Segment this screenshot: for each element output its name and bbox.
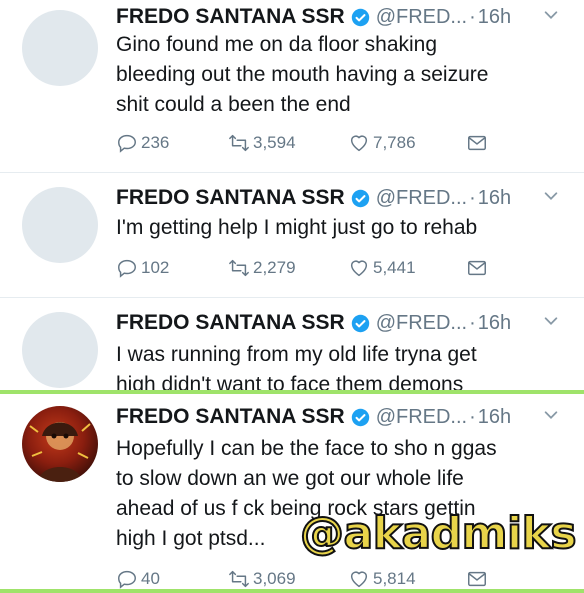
- tweet-3[interactable]: FREDO SANTANA SSR @FRED... · 16h I was r…: [0, 298, 584, 390]
- tweet-actions: 236 3,594 7,786: [116, 132, 496, 158]
- message-icon: [468, 135, 486, 151]
- chevron-down-icon[interactable]: [542, 187, 560, 205]
- tweet-text: Gino found me on da floor shaking bleedi…: [116, 30, 570, 120]
- separator-dot: ·: [469, 5, 476, 28]
- reply-icon: [118, 259, 136, 278]
- timestamp[interactable]: 16h: [478, 406, 511, 429]
- avatar[interactable]: [22, 187, 98, 263]
- retweet-icon: [229, 134, 249, 152]
- reply-count: 40: [141, 569, 160, 588]
- retweet-count: 2,279: [253, 258, 296, 277]
- message-button[interactable]: [466, 568, 491, 589]
- watermark-text: @akadmiks: [299, 507, 578, 560]
- separator-dot: ·: [469, 186, 476, 209]
- display-name[interactable]: FREDO SANTANA SSR: [116, 311, 345, 335]
- retweet-count: 3,594: [253, 133, 296, 152]
- verified-badge-icon: [351, 408, 369, 426]
- reply-button[interactable]: 102: [116, 257, 169, 279]
- message-icon: [468, 571, 486, 587]
- avatar[interactable]: [22, 312, 98, 388]
- chevron-down-icon[interactable]: [542, 312, 560, 330]
- tweet-4[interactable]: FREDO SANTANA SSR @FRED... · 16h Hopeful…: [0, 394, 584, 589]
- tweet-2[interactable]: FREDO SANTANA SSR @FRED... · 16h I'm get…: [0, 173, 584, 297]
- timestamp[interactable]: 16h: [478, 312, 511, 335]
- verified-badge-icon: [351, 189, 369, 207]
- tweet-actions: 102 2,279 5,441: [116, 257, 496, 283]
- tweet-text-line: Hopefully I can be the face to sho n gga…: [116, 437, 497, 460]
- timestamp[interactable]: 16h: [478, 6, 511, 29]
- like-button[interactable]: 5,814: [348, 568, 416, 589]
- reply-count: 236: [141, 133, 170, 152]
- reply-button[interactable]: 40: [116, 568, 160, 589]
- like-count: 7,786: [373, 133, 416, 152]
- display-name[interactable]: FREDO SANTANA SSR: [116, 5, 345, 29]
- reply-icon: [118, 134, 136, 153]
- tweet-text-line: shit could a been the end: [116, 93, 351, 116]
- tweet-text-line: I'm getting help I might just go to reha…: [116, 216, 478, 239]
- timestamp[interactable]: 16h: [478, 187, 511, 210]
- tweet-header: FREDO SANTANA SSR @FRED... · 16h: [116, 404, 570, 430]
- like-icon: [350, 571, 368, 588]
- like-icon: [350, 135, 368, 152]
- tweet-text: I was running from my old life tryna get…: [116, 340, 570, 390]
- message-icon: [468, 260, 486, 276]
- chevron-down-icon[interactable]: [542, 6, 560, 24]
- handle[interactable]: @FRED...: [376, 6, 467, 29]
- tweet-header: FREDO SANTANA SSR @FRED... · 16h: [116, 310, 570, 336]
- retweet-button[interactable]: 2,279: [228, 257, 296, 279]
- retweet-button[interactable]: 3,594: [228, 132, 296, 154]
- like-button[interactable]: 5,441: [348, 257, 416, 279]
- tweet-header: FREDO SANTANA SSR @FRED... · 16h: [116, 4, 570, 30]
- like-button[interactable]: 7,786: [348, 132, 416, 154]
- handle[interactable]: @FRED...: [376, 187, 467, 210]
- retweet-icon: [229, 570, 249, 588]
- handle[interactable]: @FRED...: [376, 406, 467, 429]
- tweet-text-line: to slow down an we got our whole life: [116, 467, 464, 490]
- tweet-text-line: high didn't want to face them demons: [116, 373, 464, 390]
- message-button[interactable]: [466, 132, 491, 154]
- separator-dot: ·: [469, 405, 476, 428]
- verified-badge-icon: [351, 314, 369, 332]
- display-name[interactable]: FREDO SANTANA SSR: [116, 186, 345, 210]
- bottom-border: [0, 589, 584, 593]
- retweet-icon: [229, 259, 249, 277]
- verified-badge-icon: [351, 8, 369, 26]
- tweet-text-line: bleeding out the mouth having a seizure: [116, 63, 489, 86]
- avatar[interactable]: [22, 10, 98, 86]
- tweet-text-line: I was running from my old life tryna get: [116, 343, 477, 366]
- reply-icon: [118, 570, 136, 589]
- tweet-1[interactable]: FREDO SANTANA SSR @FRED... · 16h Gino fo…: [0, 0, 584, 172]
- reply-count: 102: [141, 258, 170, 277]
- tweet-header: FREDO SANTANA SSR @FRED... · 16h: [116, 185, 570, 211]
- separator-dot: ·: [469, 311, 476, 334]
- tweet-actions: 40 3,069 5,814: [116, 568, 496, 589]
- reply-button[interactable]: 236: [116, 132, 169, 154]
- avatar-artwork: [29, 422, 91, 482]
- tweet-text: I'm getting help I might just go to reha…: [116, 213, 570, 243]
- like-count: 5,814: [373, 569, 416, 588]
- handle[interactable]: @FRED...: [376, 312, 467, 335]
- retweet-button[interactable]: 3,069: [228, 568, 296, 589]
- retweet-count: 3,069: [253, 569, 296, 588]
- like-icon: [350, 260, 368, 277]
- like-count: 5,441: [373, 258, 416, 277]
- display-name[interactable]: FREDO SANTANA SSR: [116, 405, 345, 429]
- avatar[interactable]: [22, 406, 98, 482]
- chevron-down-icon[interactable]: [542, 406, 560, 424]
- tweet-text-line: Gino found me on da floor shaking: [116, 33, 438, 56]
- message-button[interactable]: [466, 257, 491, 279]
